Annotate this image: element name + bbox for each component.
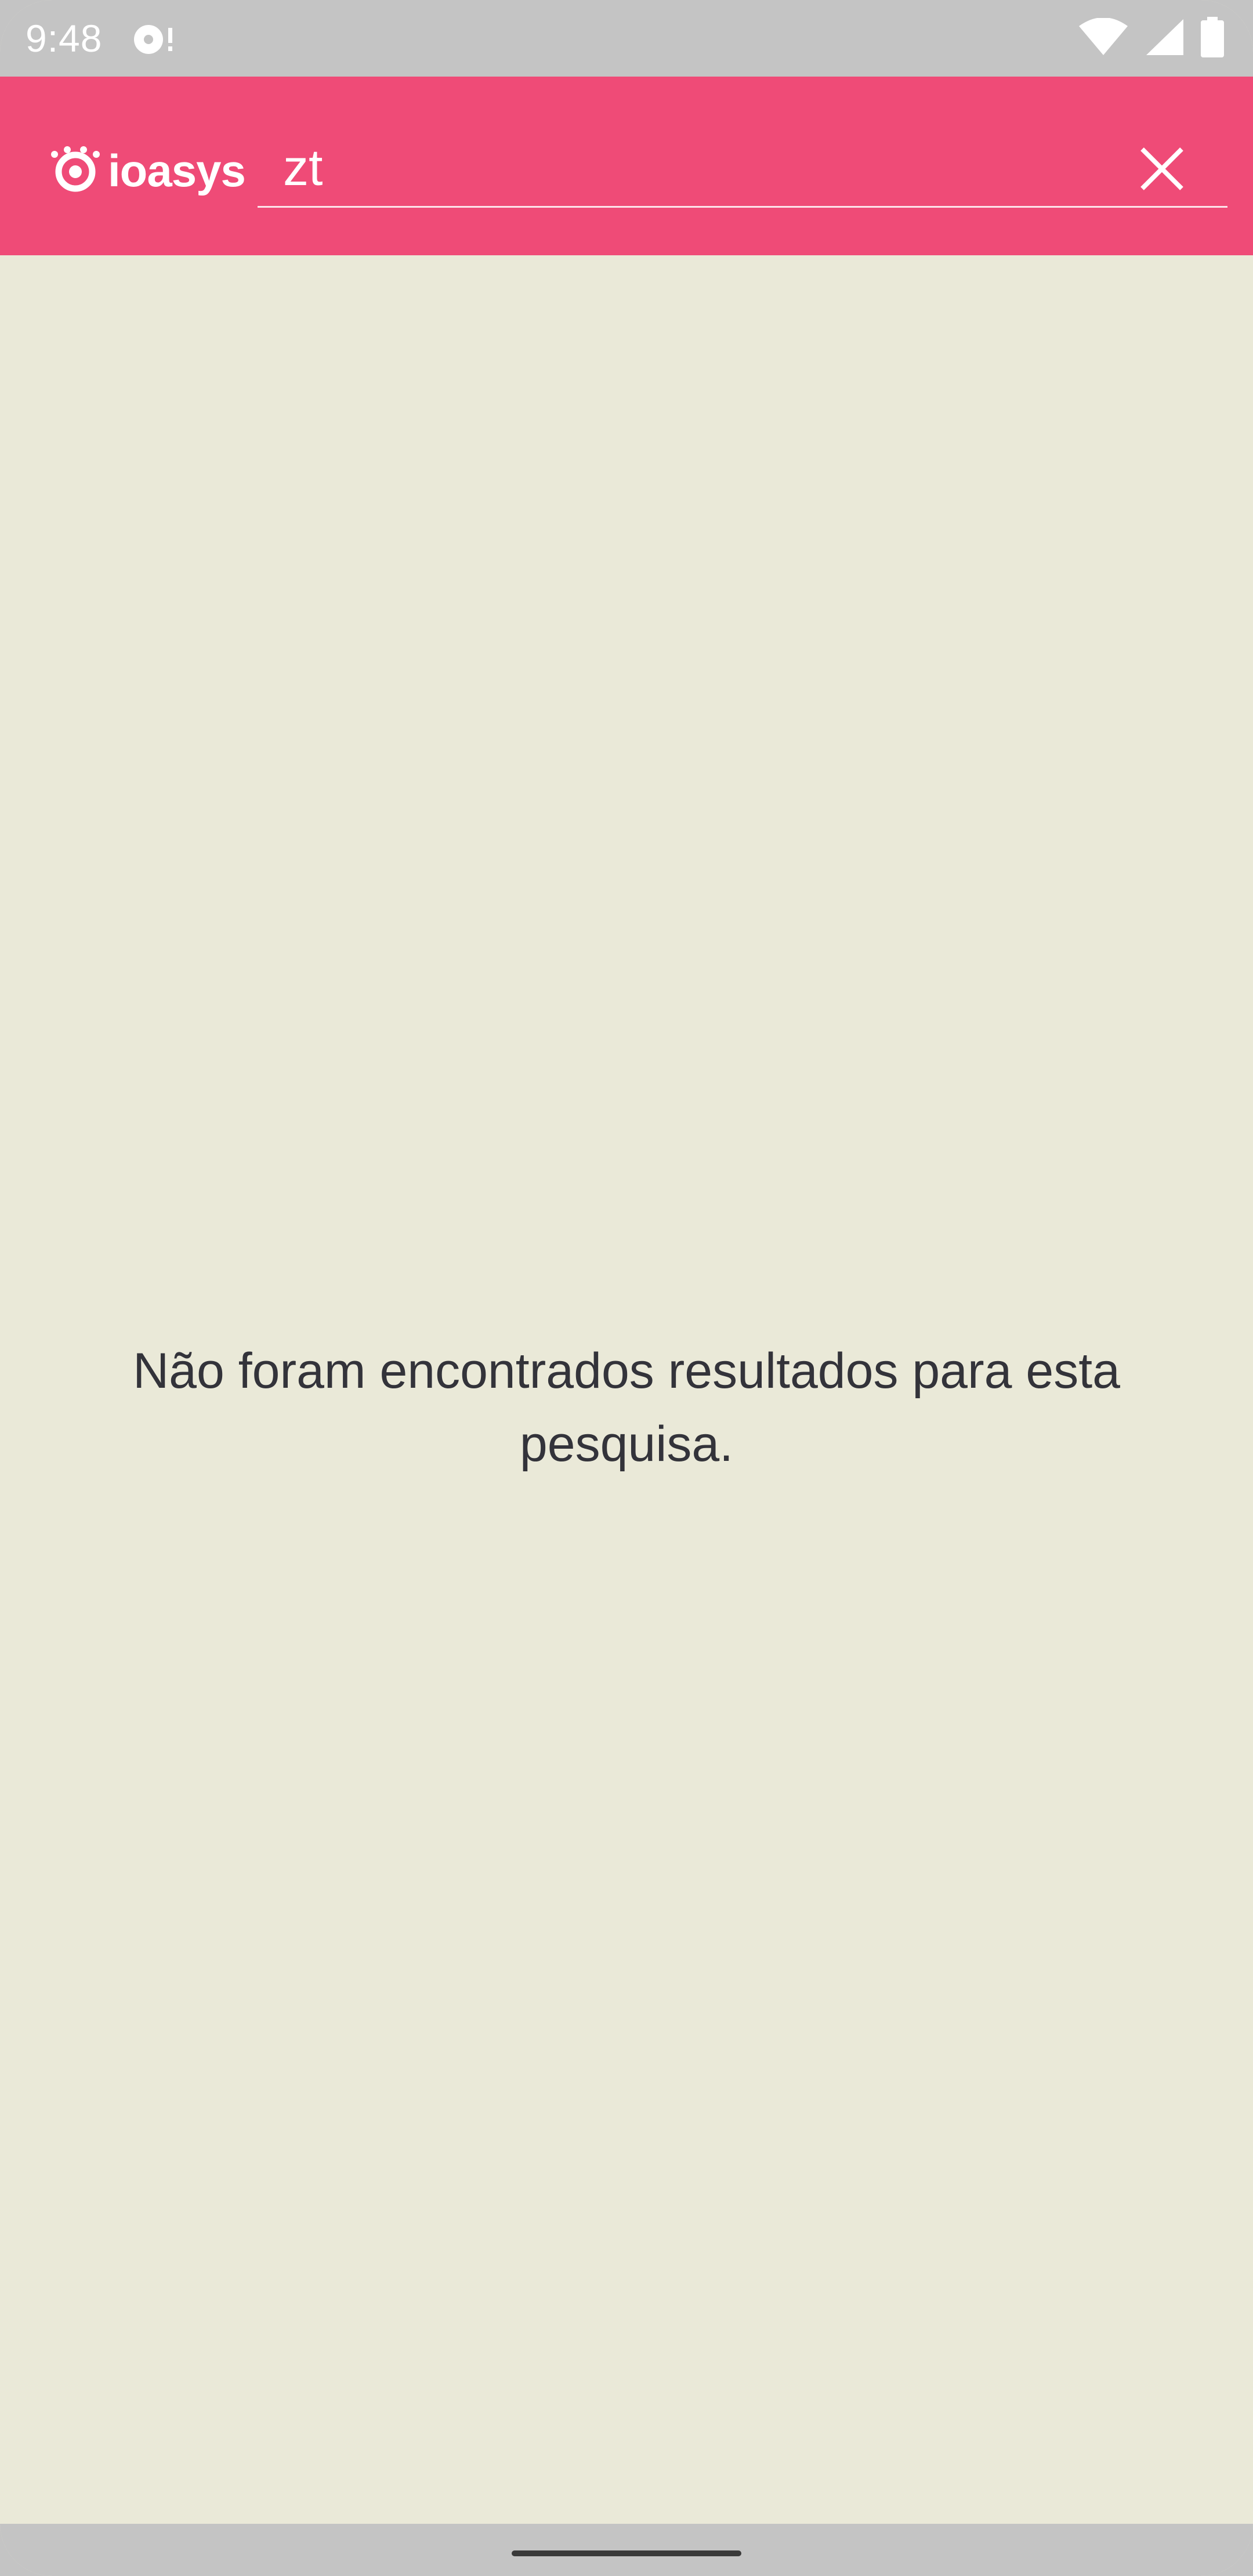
close-icon xyxy=(1139,146,1185,195)
home-gesture-handle[interactable] xyxy=(512,2550,741,2556)
notification-icon xyxy=(132,20,174,57)
empty-results-message: Não foram encontrados resultados para es… xyxy=(133,1343,1120,1472)
app-bar: ioasys xyxy=(0,77,1253,255)
ioasys-logo: ioasys xyxy=(49,142,246,200)
logo-text: ioasys xyxy=(108,145,246,196)
status-bar: 9:48 xyxy=(0,0,1253,77)
app-screen: 9:48 ioasys zt Não foram encontrados res… xyxy=(0,0,1253,2576)
system-navigation-bar xyxy=(0,2524,1253,2576)
search-input[interactable] xyxy=(283,130,1095,205)
logo-mark-icon xyxy=(49,146,102,196)
cellular-signal-icon xyxy=(1144,18,1185,59)
status-icons xyxy=(1078,16,1225,60)
close-search-button[interactable] xyxy=(1124,132,1200,208)
battery-icon xyxy=(1200,16,1225,60)
search-field[interactable] xyxy=(258,130,1227,208)
status-time: 9:48 xyxy=(26,17,103,60)
wifi-icon xyxy=(1078,17,1129,59)
